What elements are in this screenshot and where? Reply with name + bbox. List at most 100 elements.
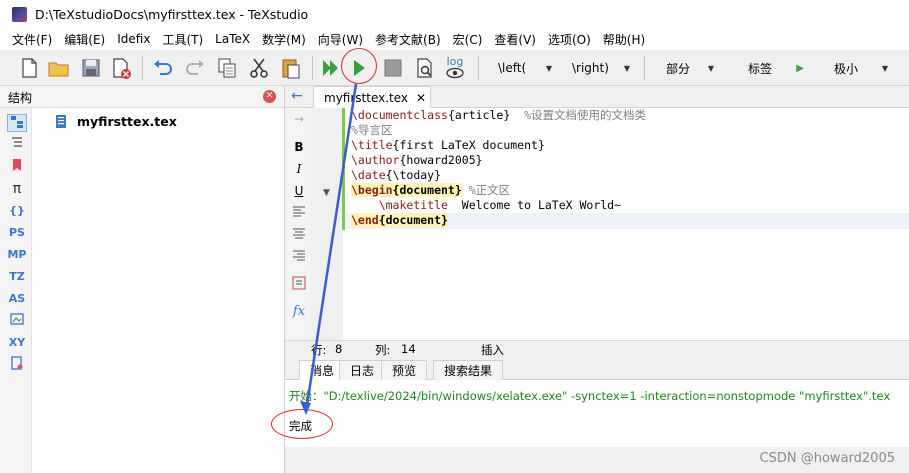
csdn-watermark: CSDN @howard2005 [759,451,895,466]
menu-bar: 文件(F) 编辑(E) Idefix 工具(T) LaTeX 数学(M) 向导(… [0,28,909,50]
code-editor[interactable]: \documentclass{article} %设置文档使用的文档类 %导言区… [345,108,909,340]
menu-edit[interactable]: 编辑(E) [58,31,111,48]
tab-preview[interactable]: 预览 [381,360,428,380]
new-file-icon[interactable] [16,55,42,81]
menu-options[interactable]: 选项(O) [542,31,597,48]
newline-icon[interactable] [291,276,307,293]
menu-latex[interactable]: LaTeX [209,32,256,46]
side-icon-ps[interactable]: PS [7,224,27,242]
bold-icon[interactable]: B [291,140,307,154]
bookmark-icon[interactable] [7,158,27,176]
dropdown-arrow-icon: ▼ [707,63,714,73]
close-panel-icon[interactable]: ✕ [263,90,276,103]
align-center-icon[interactable] [291,228,307,243]
toolbar-separator [644,56,645,80]
build-and-view-icon[interactable] [318,55,344,81]
left-delimiter-value: \left( [498,61,527,75]
editor-tab-label: myfirsttex.tex [324,90,409,105]
annotation-ellipse [271,409,333,439]
window-title: D:\TeXstudioDocs\myfirsttex.tex - TeXstu… [35,6,309,22]
side-icon-mp[interactable]: MP [7,246,27,264]
side-icon-xy[interactable]: XY [7,334,27,352]
fold-marker-icon[interactable]: ▼ [323,188,330,198]
status-row-label: 行: [311,343,327,357]
menu-help[interactable]: 帮助(H) [597,31,651,48]
align-left-icon[interactable] [291,206,307,221]
side-icon-as[interactable]: AS [7,290,27,308]
compile-command-message: 开始："D:/texlive/2024/bin/windows/xelatex.… [289,389,891,403]
menu-file[interactable]: 文件(F) [6,31,58,48]
side-icon-tz[interactable]: TZ [7,268,27,286]
log-label: log [447,55,464,68]
format-toolbar: → B I U fx [285,108,311,340]
line-gutter: ▼ [311,108,343,340]
status-bar: 行: 8 列: 14 插入 [285,340,909,358]
structure-panel-header: 结构 ✕ [0,86,284,108]
template-icon[interactable] [7,356,27,374]
view-pdf-icon[interactable] [412,55,438,81]
status-row-value: 8 [335,342,343,356]
right-delimiter-value: \right) [572,61,609,75]
forward-arrow-icon[interactable]: → [291,112,307,126]
label-combo[interactable]: 标签 ▶ [742,56,810,80]
view-log-icon[interactable]: log [442,55,468,81]
code-line-8: \end{document} [351,213,448,227]
undo-icon[interactable] [150,55,176,81]
close-file-icon[interactable] [108,55,134,81]
menu-view[interactable]: 查看(V) [488,31,542,48]
annotation-circle [341,48,377,84]
title-bar: D:\TeXstudioDocs\myfirsttex.tex - TeXstu… [0,0,909,28]
redo-icon[interactable] [182,55,208,81]
code-line-1: \documentclass{article} %设置文档使用的文档类 [351,108,647,122]
menu-tools[interactable]: 工具(T) [156,31,209,48]
underline-icon[interactable]: U [291,184,307,198]
tab-log[interactable]: 日志 [339,360,386,380]
close-tab-icon[interactable]: ✕ [416,91,426,105]
main-toolbar: log \left( ▼ \right) ▼ 部分 ▼ 标签 ▶ 极小 ▼ [0,50,909,86]
paste-icon[interactable] [278,55,304,81]
footer-bar: CSDN @howard2005 [285,447,909,473]
bottom-panel-tabs: 消息 日志 预览 搜索结果 [285,358,909,380]
italic-icon[interactable]: I [291,162,307,176]
dropdown-arrow-icon: ▼ [881,63,888,73]
menu-idefix[interactable]: Idefix [111,32,156,46]
align-right-icon[interactable] [291,250,307,265]
code-line-2: %导言区 [351,123,393,137]
tab-search-results[interactable]: 搜索结果 [433,360,504,380]
code-line-7: \maketitle Welcome to LaTeX World~ [351,198,622,212]
tree-item-file[interactable]: myfirsttex.tex [54,114,177,129]
copy-icon[interactable] [214,55,240,81]
editor-tab-myfirsttex[interactable]: myfirsttex.tex ✕ [313,86,431,108]
tree-view-icon[interactable] [7,136,27,154]
document-icon [56,115,66,128]
font-size-combo[interactable]: 极小 ▼ [828,56,894,80]
save-icon[interactable] [78,55,104,81]
editor-tab-bar: ← myfirsttex.tex ✕ [285,86,909,108]
structure-tree: myfirsttex.tex [32,108,284,473]
status-col-label: 列: [375,343,391,357]
dropdown-arrow-icon: ▼ [623,63,630,73]
menu-bibliography[interactable]: 参考文献(B) [369,31,447,48]
menu-wizards[interactable]: 向导(W) [312,31,369,48]
toolbar-separator [312,56,313,80]
code-line-6: \begin{document} %正文区 [351,183,511,197]
left-delimiter-combo[interactable]: \left( ▼ [492,56,558,80]
image-icon[interactable] [7,312,27,330]
code-line-4: \author{howard2005} [351,153,483,167]
pi-symbol-icon[interactable]: π [7,180,27,198]
structure-view-icon[interactable] [7,114,27,132]
menu-math[interactable]: 数学(M) [256,31,312,48]
toolbar-separator [478,56,479,80]
cut-icon[interactable] [246,55,272,81]
status-insert-mode[interactable]: 插入 [481,342,504,358]
open-folder-icon[interactable] [46,55,72,81]
section-combo[interactable]: 部分 ▼ [660,56,720,80]
code-line-3: \title{first LaTeX document} [351,138,545,152]
right-delimiter-combo[interactable]: \right) ▼ [566,56,636,80]
menu-macros[interactable]: 宏(C) [447,31,489,48]
stop-icon[interactable] [380,55,406,81]
math-function-icon[interactable]: fx [291,304,307,319]
braces-icon[interactable]: {} [7,202,27,220]
code-line-5: \date{\today} [351,168,442,182]
back-arrow-icon[interactable]: ← [291,88,303,104]
